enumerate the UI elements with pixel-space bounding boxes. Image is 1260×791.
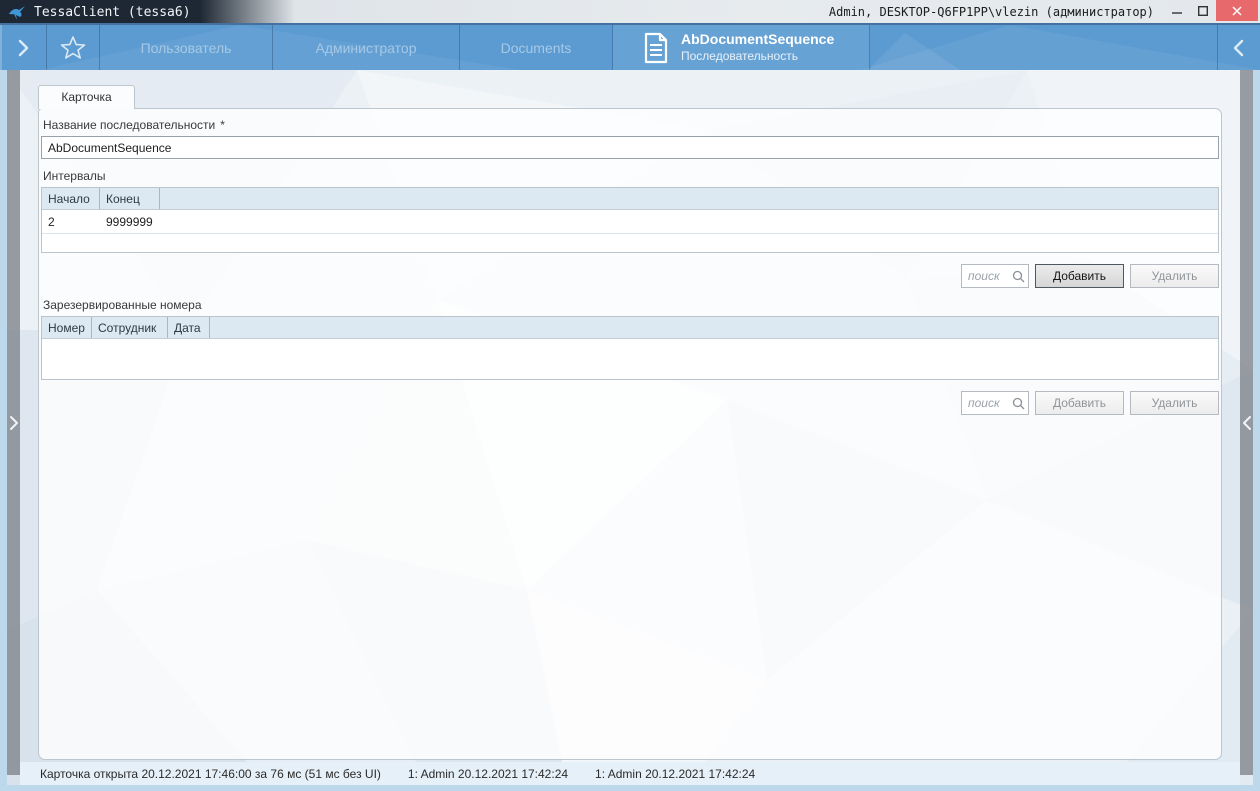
intervals-search-box [961, 264, 1029, 288]
search-icon [1012, 397, 1025, 410]
minimize-button[interactable] [1164, 0, 1190, 21]
intervals-table: Начало Конец 2 9999999 [41, 187, 1219, 253]
column-header-end[interactable]: Конец [100, 188, 160, 209]
status-opened: Карточка открыта 20.12.2021 17:46:00 за … [40, 767, 381, 781]
status-modified: 1: Admin 20.12.2021 17:42:24 [595, 767, 755, 781]
tab-abdocumentsequence[interactable]: AbDocumentSequence Последовательность [613, 25, 870, 70]
intervals-actions: Добавить Удалить [41, 264, 1219, 288]
reserved-table-header: Номер Сотрудник Дата [42, 317, 1218, 339]
sequence-name-label: Название последовательности* [43, 118, 1217, 132]
intervals-add-button[interactable]: Добавить [1035, 264, 1124, 288]
maximize-button[interactable] [1190, 0, 1216, 21]
tab-administrator-label: Администратор [315, 40, 416, 56]
tab-user[interactable]: Пользователь [100, 25, 273, 70]
app-title: TessaClient (tessa6) [34, 5, 191, 20]
column-header-filler [210, 317, 1218, 338]
reserved-delete-button[interactable]: Удалить [1130, 391, 1219, 415]
titlebar[interactable]: TessaClient (tessa6) Admin, DESKTOP-Q6FP… [0, 0, 1260, 25]
chevron-right-icon [17, 38, 29, 58]
right-panel-toggle[interactable] [1240, 70, 1253, 775]
sequence-name-input[interactable] [41, 136, 1219, 159]
cell-start: 2 [42, 210, 100, 233]
intervals-delete-button[interactable]: Удалить [1130, 264, 1219, 288]
reserved-actions: Добавить Удалить [41, 391, 1219, 415]
cell-end: 9999999 [100, 210, 159, 233]
active-tab-title: AbDocumentSequence [681, 31, 834, 49]
chevron-left-icon [1233, 38, 1245, 58]
tab-documents[interactable]: Documents [460, 25, 613, 70]
reserved-add-button[interactable]: Добавить [1035, 391, 1124, 415]
tab-documents-label: Documents [501, 40, 572, 56]
column-header-number[interactable]: Номер [42, 317, 92, 338]
star-icon [60, 35, 86, 60]
intervals-table-header: Начало Конец [42, 188, 1218, 210]
tab-administrator[interactable]: Администратор [273, 25, 460, 70]
maximize-icon [1198, 6, 1208, 16]
active-tab-subtitle: Последовательность [681, 49, 834, 64]
tab-user-label: Пользователь [141, 40, 232, 56]
table-empty-area [42, 339, 1218, 379]
table-row[interactable]: 2 9999999 [42, 210, 1218, 234]
column-header-filler [160, 188, 1218, 209]
nav-forward-button[interactable] [0, 25, 47, 70]
main-nav-bar: Пользователь Администратор Documents AbD… [0, 25, 1260, 70]
status-bar: Карточка открыта 20.12.2021 17:46:00 за … [20, 762, 1240, 785]
chevron-left-icon [1242, 415, 1252, 431]
column-header-start[interactable]: Начало [42, 188, 100, 209]
nav-back-button[interactable] [1217, 25, 1260, 70]
app-window: TessaClient (tessa6) Admin, DESKTOP-Q6FP… [0, 0, 1260, 791]
required-mark: * [220, 118, 225, 132]
close-icon [1232, 6, 1242, 16]
card-view-tab[interactable]: Карточка [38, 85, 135, 109]
status-created: 1: Admin 20.12.2021 17:42:24 [408, 767, 568, 781]
close-button[interactable] [1216, 0, 1258, 21]
search-icon [1012, 270, 1025, 283]
column-header-employee[interactable]: Сотрудник [92, 317, 168, 338]
document-icon [643, 32, 669, 64]
intervals-label: Интервалы [43, 169, 1217, 183]
favorites-button[interactable] [47, 25, 100, 70]
reserved-numbers-label: Зарезервированные номера [43, 298, 1217, 312]
column-header-date[interactable]: Дата [168, 317, 210, 338]
reserved-numbers-table: Номер Сотрудник Дата [41, 316, 1219, 380]
user-info: Admin, DESKTOP-Q6FP1PP\vlezin (администр… [829, 5, 1154, 19]
app-logo-icon [8, 5, 26, 21]
reserved-search-box [961, 391, 1029, 415]
card-view-tab-label: Карточка [61, 90, 111, 104]
table-empty-area [42, 234, 1218, 252]
left-panel-toggle[interactable] [7, 70, 20, 775]
card-panel: Название последовательности* Интервалы Н… [38, 108, 1222, 760]
minimize-icon [1172, 6, 1182, 16]
chevron-right-icon [9, 415, 19, 431]
